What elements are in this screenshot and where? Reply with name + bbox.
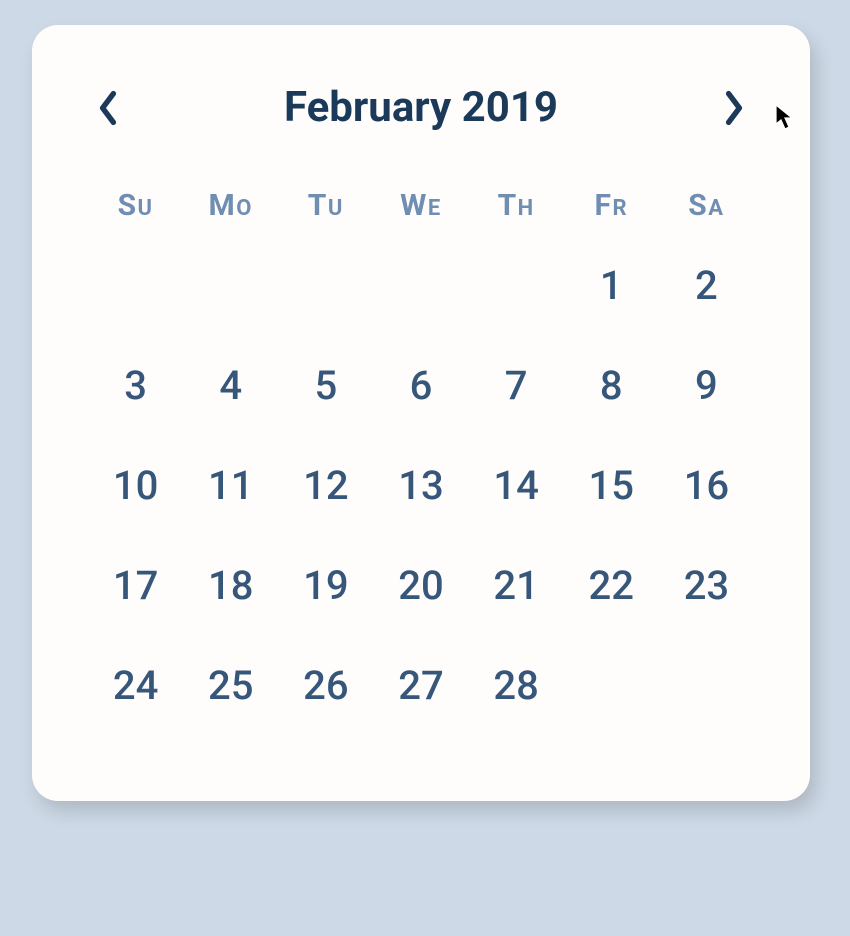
weekday-we: WE (373, 188, 468, 223)
day-26[interactable]: 26 (278, 661, 373, 711)
day-25[interactable]: 25 (183, 661, 278, 711)
prev-month-button[interactable] (88, 88, 128, 128)
day-13[interactable]: 13 (373, 461, 468, 511)
day-20[interactable]: 20 (373, 561, 468, 611)
day-4[interactable]: 4 (183, 361, 278, 411)
day-27[interactable]: 27 (373, 661, 468, 711)
day-18[interactable]: 18 (183, 561, 278, 611)
weekday-su: SU (88, 188, 183, 223)
day-empty (278, 261, 373, 311)
day-15[interactable]: 15 (564, 461, 659, 511)
calendar-header: February 2019 (88, 83, 754, 132)
weekday-fr: FR (564, 188, 659, 223)
day-5[interactable]: 5 (278, 361, 373, 411)
day-16[interactable]: 16 (659, 461, 754, 511)
weekday-sa: SA (659, 188, 754, 223)
day-empty (659, 661, 754, 711)
day-22[interactable]: 22 (564, 561, 659, 611)
next-month-button[interactable] (714, 88, 754, 128)
day-12[interactable]: 12 (278, 461, 373, 511)
day-empty (88, 261, 183, 311)
weekday-mo: MO (183, 188, 278, 223)
calendar-card: February 2019 SU MO TU WE TH FR SA 1 2 3… (32, 25, 810, 801)
chevron-right-icon (723, 90, 745, 126)
chevron-left-icon (97, 90, 119, 126)
days-grid: 1 2 3 4 5 6 7 8 9 10 11 12 13 14 15 16 1… (88, 261, 754, 711)
day-7[interactable]: 7 (469, 361, 564, 411)
weekday-th: TH (469, 188, 564, 223)
day-9[interactable]: 9 (659, 361, 754, 411)
day-24[interactable]: 24 (88, 661, 183, 711)
day-6[interactable]: 6 (373, 361, 468, 411)
day-2[interactable]: 2 (659, 261, 754, 311)
day-19[interactable]: 19 (278, 561, 373, 611)
weekday-tu: TU (278, 188, 373, 223)
day-14[interactable]: 14 (469, 461, 564, 511)
day-17[interactable]: 17 (88, 561, 183, 611)
day-21[interactable]: 21 (469, 561, 564, 611)
day-8[interactable]: 8 (564, 361, 659, 411)
day-empty (373, 261, 468, 311)
day-empty (564, 661, 659, 711)
day-3[interactable]: 3 (88, 361, 183, 411)
day-11[interactable]: 11 (183, 461, 278, 511)
day-empty (183, 261, 278, 311)
day-10[interactable]: 10 (88, 461, 183, 511)
month-title[interactable]: February 2019 (128, 83, 714, 132)
day-empty (469, 261, 564, 311)
day-1[interactable]: 1 (564, 261, 659, 311)
day-23[interactable]: 23 (659, 561, 754, 611)
weekday-row: SU MO TU WE TH FR SA (88, 188, 754, 223)
day-28[interactable]: 28 (469, 661, 564, 711)
